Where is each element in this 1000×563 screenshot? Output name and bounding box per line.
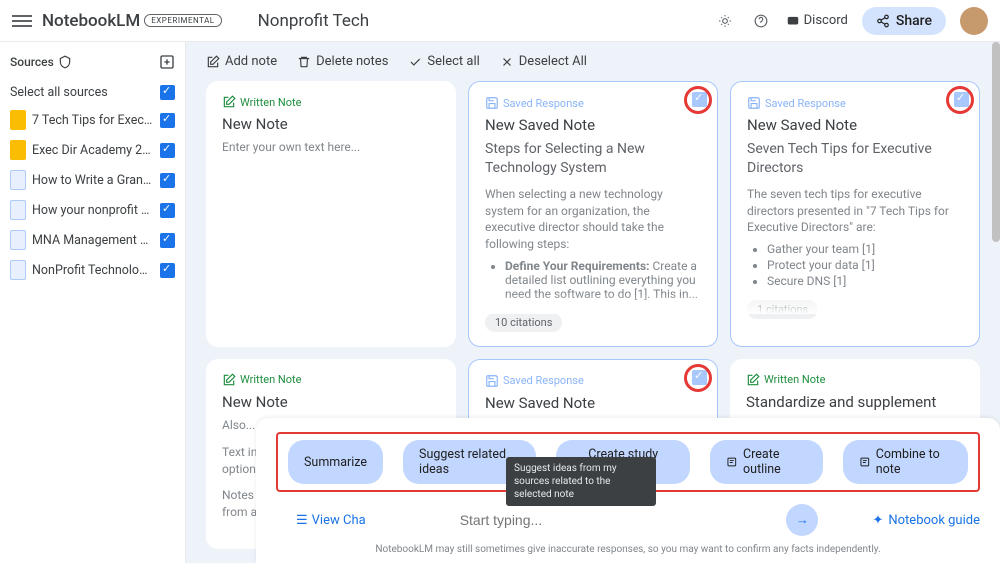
sidebar: Sources Select all sources 7 Tech Tips f… (0, 42, 186, 563)
help-icon[interactable] (750, 10, 772, 32)
select-all-button[interactable]: Select all (408, 54, 479, 69)
deselect-all-button[interactable]: Deselect All (500, 54, 587, 69)
card-title: Standardize and supplement (746, 393, 964, 411)
header: NotebookLM EXPERIMENTAL Nonprofit Tech D… (0, 0, 1000, 42)
checkbox[interactable] (160, 233, 175, 248)
discord-link[interactable]: Discord (786, 13, 848, 28)
action-chip[interactable]: Create outline (710, 440, 823, 484)
checkbox[interactable] (160, 113, 175, 128)
action-chip[interactable]: Combine to note (843, 440, 968, 484)
bottom-panel: SummarizeSuggest related ideasCreate stu… (256, 418, 1000, 563)
card-tag: Written Note (222, 373, 440, 387)
experimental-badge: EXPERIMENTAL (144, 14, 221, 27)
sources-heading: Sources (10, 55, 72, 69)
card-title: New Note (222, 115, 440, 133)
sidebar-item[interactable]: Exec Dir Academy 20... (10, 135, 175, 165)
source-label: 7 Tech Tips for Executi... (32, 113, 154, 128)
checkbox[interactable] (160, 203, 175, 218)
avatar[interactable] (960, 7, 988, 35)
content: Add note Delete notes Select all Deselec… (186, 42, 1000, 563)
note-card[interactable]: Saved Response New Saved Note Steps for Se… (468, 81, 718, 347)
notes-toolbar: Add note Delete notes Select all Deselec… (186, 42, 1000, 81)
card-body: The seven tech tips for executive direct… (747, 186, 963, 236)
sidebar-item[interactable]: MNA Management Ma... (10, 225, 175, 255)
logo: NotebookLM (42, 11, 140, 31)
source-label: NonProfit Technology ... (32, 263, 154, 278)
doc-icon (10, 230, 26, 250)
delete-notes-button[interactable]: Delete notes (297, 54, 388, 69)
card-tag: Saved Response (485, 96, 701, 110)
add-note-button[interactable]: Add note (206, 54, 277, 69)
card-subtitle: Steps for Selecting a New Technology Sys… (485, 140, 701, 178)
checkbox[interactable] (160, 263, 175, 278)
sidebar-item[interactable]: How your nonprofit ca... (10, 195, 175, 225)
disclaimer: NotebookLM may still sometimes give inac… (276, 544, 980, 555)
card-tag: Saved Response (485, 374, 701, 388)
add-source-icon[interactable] (159, 54, 175, 70)
card-tag: Saved Response (747, 96, 963, 110)
checkbox[interactable] (160, 173, 175, 188)
note-card[interactable]: Written Note New Note Enter your own text … (206, 81, 456, 347)
notebook-guide-link[interactable]: ✦ Notebook guide (872, 513, 980, 528)
citations-badge[interactable]: 10 citations (485, 313, 562, 332)
card-body: When selecting a new technology system f… (485, 186, 701, 253)
card-title: New Saved Note (485, 394, 701, 412)
share-button[interactable]: Share (862, 7, 946, 35)
doc-icon (10, 140, 26, 160)
card-bullets: Gather your team [1]Protect your data [1… (767, 242, 963, 288)
sidebar-item[interactable]: How to Write a Grant... (10, 165, 175, 195)
card-placeholder: Enter your own text here... (222, 139, 440, 156)
card-title: New Note (222, 393, 440, 411)
highlight-circle (684, 86, 712, 114)
highlight-circle (946, 86, 974, 114)
card-subtitle: Seven Tech Tips for Executive Directors (747, 140, 963, 178)
view-chat-link[interactable]: ☰ View Cha (296, 513, 366, 528)
checkbox[interactable] (160, 143, 175, 158)
source-label: How to Write a Grant... (32, 173, 154, 188)
scrollbar[interactable] (992, 42, 1000, 242)
send-button[interactable]: → (786, 504, 818, 536)
doc-icon (10, 200, 26, 220)
sidebar-item[interactable]: 7 Tech Tips for Executi... (10, 105, 175, 135)
source-label: MNA Management Ma... (32, 233, 154, 248)
doc-icon (10, 110, 26, 130)
doc-icon (10, 260, 26, 280)
brightness-icon[interactable] (714, 10, 736, 32)
doc-icon (10, 170, 26, 190)
tooltip: Suggest ideas from my sources related to… (506, 457, 656, 506)
checkbox[interactable] (160, 85, 175, 100)
menu-icon[interactable] (12, 11, 32, 31)
chat-input[interactable] (460, 502, 757, 538)
note-card[interactable]: Saved Response New Saved Note Seven Tech T… (730, 81, 980, 347)
select-all-sources[interactable]: Select all sources (10, 80, 175, 105)
page-title: Nonprofit Tech (258, 11, 370, 31)
card-tag: Written Note (222, 95, 440, 109)
highlight-circle (684, 364, 712, 392)
card-tag: Written Note (746, 373, 964, 387)
source-label: How your nonprofit ca... (32, 203, 154, 218)
card-title: New Saved Note (747, 116, 963, 134)
source-label: Exec Dir Academy 20... (32, 143, 154, 158)
card-title: New Saved Note (485, 116, 701, 134)
sidebar-item[interactable]: NonProfit Technology ... (10, 255, 175, 285)
action-chip[interactable]: Summarize (288, 440, 383, 484)
